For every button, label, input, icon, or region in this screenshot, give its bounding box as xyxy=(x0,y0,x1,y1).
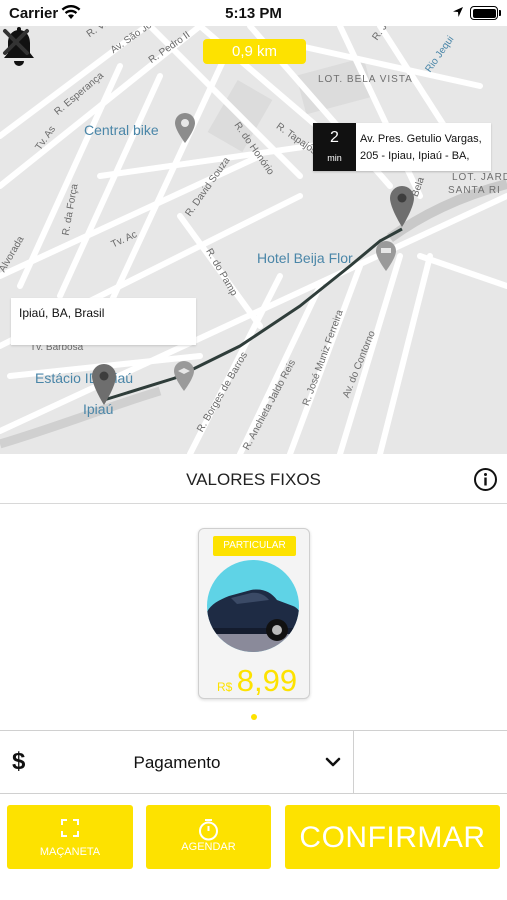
price-value: 8,99 xyxy=(236,663,298,698)
status-time: 5:13 PM xyxy=(225,5,282,22)
status-bar: Carrier 5:13 PM xyxy=(0,0,507,26)
map-view[interactable]: R. Vasco Av. São José R. Pedro II R. J R… xyxy=(0,26,507,454)
info-icon[interactable] xyxy=(473,467,498,492)
district-label: LOT. BELA VISTA xyxy=(318,74,413,85)
district-label: SANTA RI xyxy=(448,185,501,196)
confirm-label: CONFIRMAR xyxy=(299,821,486,854)
destination-callout: 2 min Av. Pres. Getulio Vargas, 205 - Ip… xyxy=(313,123,491,171)
eta-value: 2 xyxy=(330,129,339,146)
hotel-pin-icon xyxy=(376,241,396,271)
poi-label: Central bike xyxy=(84,122,159,138)
payment-row: $ Pagamento xyxy=(0,730,507,794)
chevron-down-icon xyxy=(325,757,341,767)
poi-pin-icon xyxy=(175,113,195,143)
location-arrow-icon xyxy=(453,7,463,17)
distance-badge: 0,9 km xyxy=(203,39,306,64)
eta-badge: 2 min xyxy=(313,123,356,171)
origin-marker-icon xyxy=(92,364,116,405)
fare-section-header: VALORES FIXOS xyxy=(0,454,507,504)
destination-marker-icon xyxy=(390,186,414,227)
vehicle-category-badge: PARTICULAR xyxy=(213,536,296,556)
payment-label: Pagamento xyxy=(133,753,221,772)
origin-address: Ipiaú, BA, Brasil xyxy=(19,306,105,320)
close-icon[interactable] xyxy=(0,26,32,58)
car-icon xyxy=(207,560,299,652)
price-currency: R$ xyxy=(217,680,233,694)
poi-label: Estácio ID Ipiaú xyxy=(35,370,134,386)
battery-tip xyxy=(499,10,501,16)
door-handle-label: MAÇANETA xyxy=(39,846,101,858)
poi-label: Hotel Beija Flor xyxy=(257,250,353,266)
payment-method-select[interactable]: $ Pagamento xyxy=(0,731,354,793)
vehicle-option-card[interactable]: PARTICULAR R$ 8,99 xyxy=(198,528,310,699)
destination-address: Av. Pres. Getulio Vargas, 205 - Ipiau, I… xyxy=(360,133,482,162)
section-title: VALORES FIXOS xyxy=(186,470,321,489)
district-label: LOT. JARD xyxy=(452,172,507,183)
vehicle-price: R$ 8,99 xyxy=(217,663,297,699)
schedule-button[interactable]: AGENDAR xyxy=(146,805,271,869)
confirm-button[interactable]: CONFIRMAR xyxy=(285,805,500,869)
expand-icon xyxy=(61,819,79,837)
carousel-page-indicator xyxy=(251,714,257,720)
battery-icon xyxy=(470,6,498,20)
origin-callout: Ipiaú, BA, Brasil xyxy=(11,298,196,345)
eta-unit: min xyxy=(327,153,342,163)
schedule-label: AGENDAR xyxy=(181,841,236,853)
stopwatch-icon xyxy=(199,819,218,841)
door-handle-button[interactable]: MAÇANETA xyxy=(7,805,133,869)
school-pin-icon xyxy=(174,361,194,391)
